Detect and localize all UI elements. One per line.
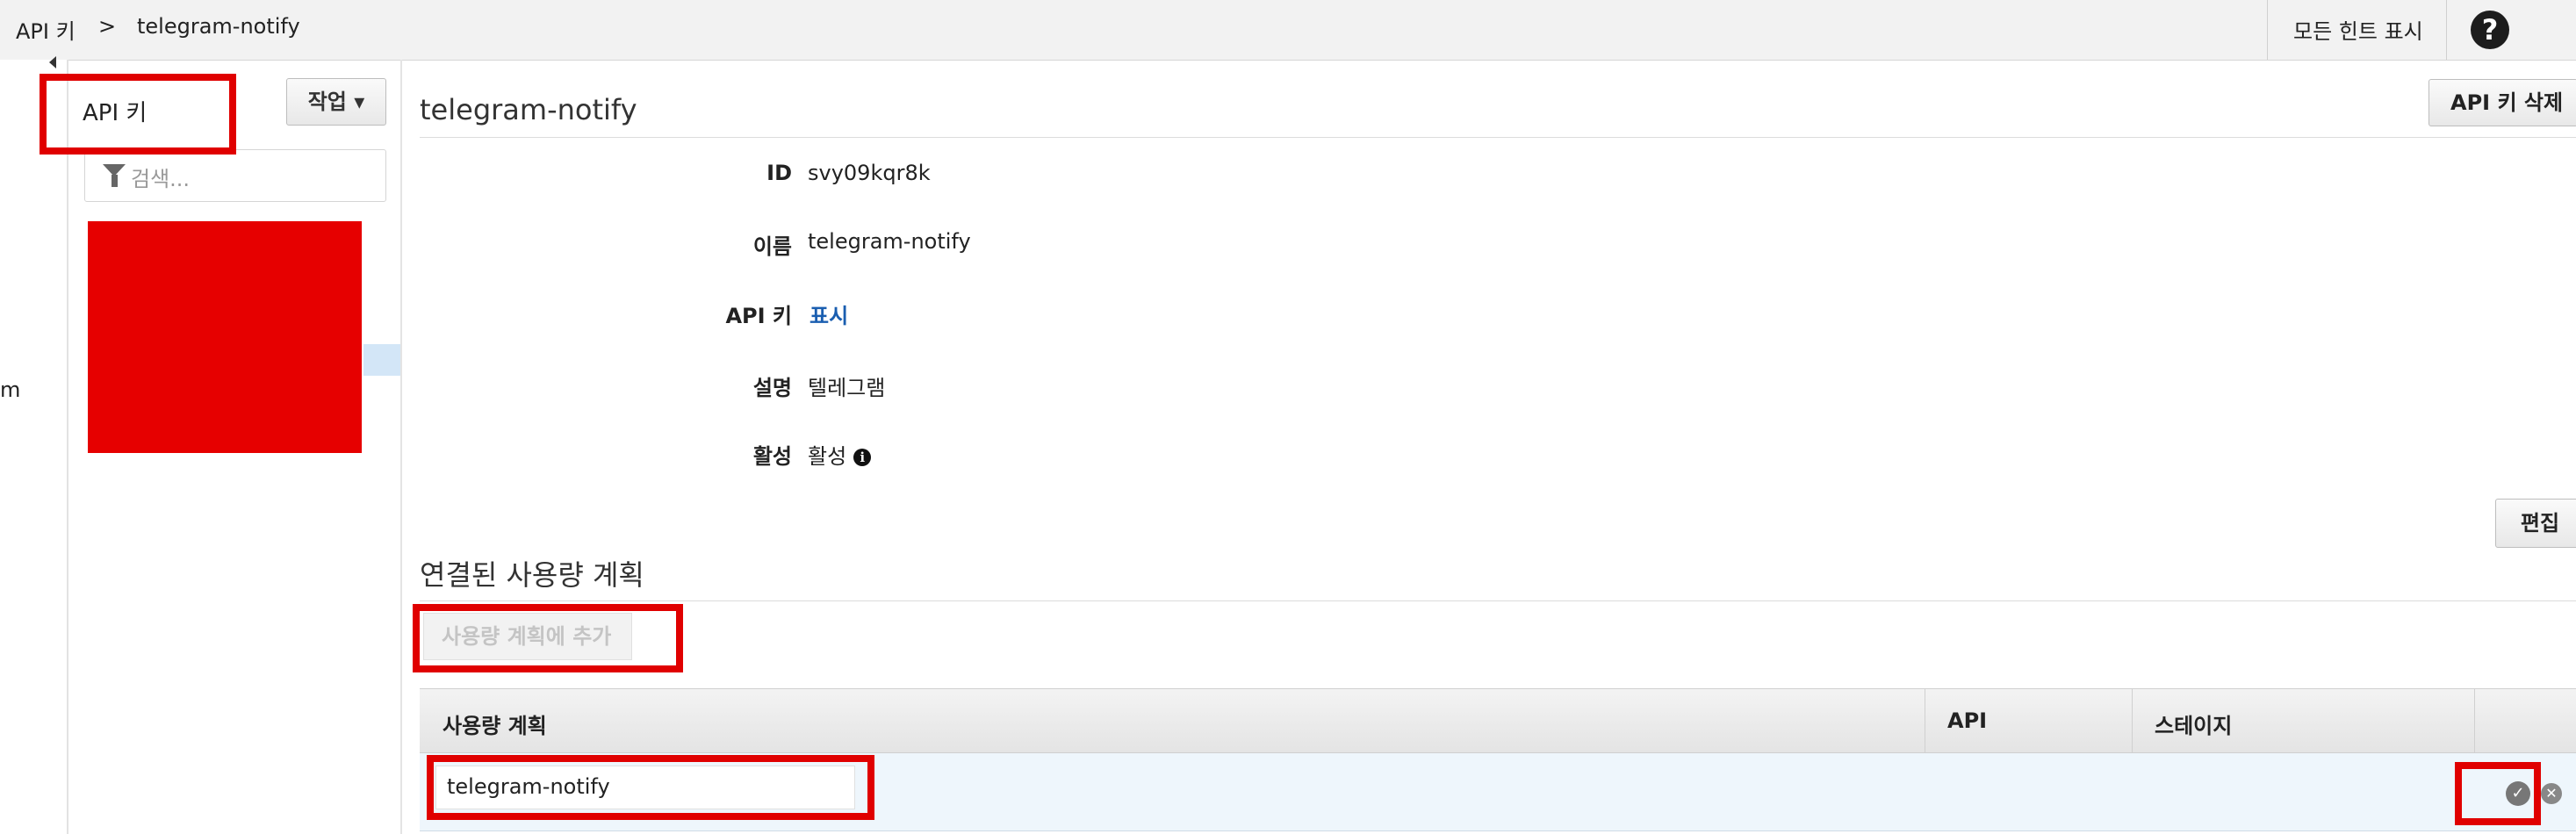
- left-nav: m: [0, 60, 68, 834]
- highlight-box: [427, 755, 874, 820]
- usage-plan-table-header: 사용량 계획 API 스테이지: [420, 688, 2576, 753]
- divider: [2267, 0, 2268, 60]
- filter-icon-stem: [112, 175, 118, 187]
- column-divider: [2132, 689, 2133, 752]
- enabled-label: 활성: [752, 444, 792, 469]
- breadcrumb-root[interactable]: API 키: [16, 14, 76, 45]
- search-input[interactable]: 검색...: [84, 149, 386, 202]
- redacted-key-list: [88, 221, 362, 453]
- divider: [420, 600, 2576, 601]
- column-header-api[interactable]: API: [1947, 708, 1987, 733]
- id-label: ID: [766, 161, 792, 185]
- breadcrumb-separator: >: [98, 14, 117, 39]
- name-value: telegram-notify: [808, 229, 971, 254]
- usage-plans-section-title: 연결된 사용량 계획: [420, 558, 644, 592]
- description-label: 설명: [752, 376, 792, 400]
- show-all-hints-link[interactable]: 모든 힌트 표시: [2293, 14, 2423, 45]
- column-header-usage-plan[interactable]: 사용량 계획: [443, 708, 547, 739]
- api-key-label: API 키: [725, 304, 792, 328]
- search-placeholder: 검색...: [131, 167, 191, 191]
- delete-api-key-button[interactable]: API 키 삭제: [2428, 79, 2576, 126]
- selected-item-indicator: [363, 344, 400, 376]
- breadcrumb-current: telegram-notify: [137, 14, 300, 39]
- info-icon[interactable]: i: [853, 449, 872, 466]
- description-value: 텔레그램: [808, 376, 886, 400]
- collapse-caret-icon[interactable]: [49, 56, 56, 68]
- page-title: telegram-notify: [420, 93, 637, 126]
- id-value: svy09kqr8k: [808, 161, 931, 185]
- divider: [420, 137, 2576, 138]
- highlight-box: [40, 74, 236, 155]
- top-bar: API 키 > telegram-notify 모든 힌트 표시 ?: [0, 0, 2576, 61]
- highlight-box: [2455, 762, 2541, 825]
- show-api-key-link[interactable]: 표시: [809, 298, 848, 329]
- highlight-box: [413, 604, 683, 672]
- nav-item-truncated[interactable]: m: [0, 377, 20, 402]
- enabled-value-text: 활성: [808, 444, 847, 469]
- edit-button[interactable]: 편집: [2495, 499, 2576, 548]
- divider: [2446, 0, 2447, 60]
- help-icon[interactable]: ?: [2471, 11, 2509, 49]
- actions-button[interactable]: 작업 ▾: [286, 78, 386, 126]
- column-header-stage[interactable]: 스테이지: [2155, 708, 2232, 739]
- column-divider: [2474, 689, 2475, 752]
- name-label: 이름: [752, 234, 792, 259]
- cancel-x-icon[interactable]: ✕: [2541, 783, 2562, 804]
- enabled-value: 활성 i: [808, 439, 872, 470]
